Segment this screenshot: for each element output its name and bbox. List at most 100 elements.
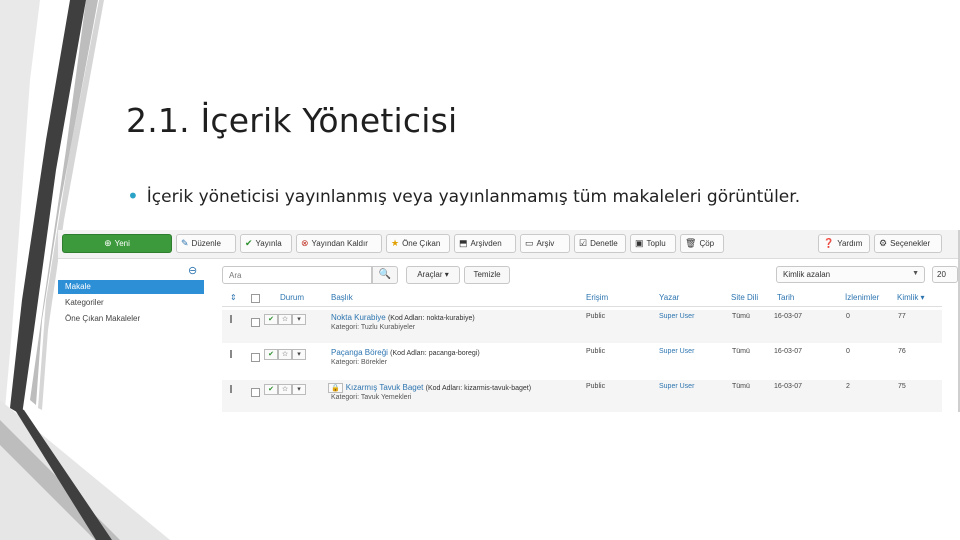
- col-access[interactable]: Erişim: [586, 293, 608, 302]
- article-title[interactable]: Nokta Kurabiye: [331, 313, 386, 322]
- status-buttons: ✔ ☆ ▾: [264, 384, 306, 395]
- status-buttons: ✔ ☆ ▾: [264, 349, 306, 360]
- published-check-icon[interactable]: ✔: [264, 314, 278, 325]
- article-title-link[interactable]: Paçanga Böreği (Kod Adları: pacanga-bore…: [331, 348, 480, 357]
- archive-button[interactable]: ▭ Arşiv: [520, 234, 570, 253]
- check-icon: ✔: [245, 238, 253, 248]
- trash-button-label: Çöp: [699, 239, 715, 248]
- article-category: Kategori: Tavuk Yemekleri: [331, 394, 412, 401]
- search-tools-button[interactable]: Araçlar ▾: [406, 266, 460, 284]
- row-checkbox[interactable]: [251, 353, 260, 362]
- header-divider: [222, 306, 942, 307]
- sort-select[interactable]: Kimlik azalan ▼: [776, 266, 925, 283]
- options-button[interactable]: ⚙ Seçenekler: [874, 234, 942, 253]
- unpublish-icon: ⊗: [301, 238, 309, 248]
- sidebar-item-articles[interactable]: Makale: [58, 280, 204, 294]
- hits-cell: 0: [846, 313, 850, 320]
- collapse-sidebar-icon[interactable]: ⊖: [188, 264, 197, 277]
- slide: 2.1. İçerik Yöneticisi • İçerik yöneticis…: [0, 0, 960, 540]
- batch-button[interactable]: ▣ Toplu: [630, 234, 676, 253]
- col-status[interactable]: Durum: [280, 293, 304, 302]
- published-check-icon[interactable]: ✔: [264, 349, 278, 360]
- trash-icon: 🗑: [685, 238, 697, 248]
- author-link[interactable]: Super User: [659, 383, 694, 390]
- trash-button[interactable]: 🗑 Çöp: [680, 234, 724, 253]
- hits-cell: 0: [846, 348, 850, 355]
- sidebar: ⊖ Makale Kategoriler Öne Çıkan Makaleler: [58, 260, 206, 412]
- actions-chevron-icon[interactable]: ▾: [292, 314, 306, 325]
- drag-handle-icon[interactable]: [230, 385, 232, 393]
- help-icon: ❓: [823, 238, 835, 248]
- bullet-item: • İçerik yöneticisi yayınlanmış veya yayı…: [127, 184, 800, 208]
- featured-button[interactable]: ★ Öne Çıkan: [386, 234, 450, 253]
- id-cell: 75: [898, 383, 906, 390]
- toolbar: ⊕ Yeni ✎ Düzenle ✔ Yayınla ⊗ Yayından Kaldır…: [58, 230, 958, 259]
- limit-select[interactable]: 20: [932, 266, 958, 283]
- row-checkbox[interactable]: [251, 318, 260, 327]
- article-title[interactable]: Kızarmış Tavuk Baget: [346, 383, 424, 392]
- article-title[interactable]: Paçanga Böreği: [331, 348, 388, 357]
- article-category: Kategori: Tuzlu Kurabiyeler: [331, 324, 416, 331]
- actions-chevron-icon[interactable]: ▾: [292, 349, 306, 360]
- publish-button[interactable]: ✔ Yayınla: [240, 234, 292, 253]
- checkin-button-label: Denetle: [590, 239, 618, 248]
- language-cell: Tümü: [732, 313, 750, 320]
- archive-button-label: Arşiv: [536, 239, 555, 248]
- sidebar-item-categories[interactable]: Kategoriler: [58, 296, 204, 310]
- checkin-icon: ☑: [579, 238, 588, 248]
- row-checkbox[interactable]: [251, 388, 260, 397]
- unpublish-button[interactable]: ⊗ Yayından Kaldır: [296, 234, 382, 253]
- col-language[interactable]: Site Dili: [731, 293, 758, 302]
- plus-icon: ⊕: [104, 238, 112, 248]
- id-cell: 77: [898, 313, 906, 320]
- col-author[interactable]: Yazar: [659, 293, 679, 302]
- checkin-button[interactable]: ☑ Denetle: [574, 234, 626, 253]
- drag-handle-icon[interactable]: [230, 315, 232, 323]
- access-cell: Public: [586, 313, 606, 320]
- archive-icon: ▭: [525, 238, 534, 248]
- author-link[interactable]: Super User: [659, 313, 694, 320]
- col-date[interactable]: Tarih: [777, 293, 794, 302]
- published-check-icon[interactable]: ✔: [264, 384, 278, 395]
- article-title-link[interactable]: Nokta Kurabiye (Kod Adları: nokta-kurabi…: [331, 313, 475, 322]
- article-alias: (Kod Adları: pacanga-boregi): [390, 350, 480, 357]
- featured-star-icon[interactable]: ☆: [278, 314, 292, 325]
- col-ordering[interactable]: ⇕: [230, 293, 237, 302]
- id-cell: 76: [898, 348, 906, 355]
- actions-chevron-icon[interactable]: ▾: [292, 384, 306, 395]
- unarchive-button-label: Arşivden: [470, 239, 502, 248]
- edit-icon: ✎: [181, 238, 189, 248]
- date-cell: 16-03-07: [774, 348, 803, 355]
- article-alias: (Kod Adları: nokta-kurabiye): [387, 315, 475, 322]
- table-row: ✔ ☆ ▾ Paçanga Böreği (Kod Adları: pacang…: [222, 345, 942, 378]
- featured-star-icon[interactable]: ☆: [278, 384, 292, 395]
- search-icon: 🔍: [378, 269, 392, 280]
- sort-select-value: Kimlik azalan: [783, 270, 831, 279]
- unpublish-button-label: Yayından Kaldır: [311, 239, 368, 248]
- help-button[interactable]: ❓ Yardım: [818, 234, 870, 253]
- search-button[interactable]: 🔍: [372, 266, 398, 284]
- edit-button[interactable]: ✎ Düzenle: [176, 234, 236, 253]
- edit-button-label: Düzenle: [191, 239, 221, 248]
- article-title-link[interactable]: 🔒 Kızarmış Tavuk Baget (Kod Adları: kizar…: [328, 383, 531, 393]
- lock-icon[interactable]: 🔒: [328, 383, 343, 393]
- author-link[interactable]: Super User: [659, 348, 694, 355]
- status-buttons: ✔ ☆ ▾: [264, 314, 306, 325]
- col-title[interactable]: Başlık: [331, 293, 353, 302]
- sidebar-item-featured[interactable]: Öne Çıkan Makaleler: [58, 312, 204, 326]
- col-hits[interactable]: İzlenimler: [845, 293, 879, 302]
- search-input[interactable]: Ara: [222, 266, 372, 284]
- date-cell: 16-03-07: [774, 313, 803, 320]
- featured-star-icon[interactable]: ☆: [278, 349, 292, 360]
- unarchive-button[interactable]: ⬒ Arşivden: [454, 234, 516, 253]
- drag-handle-icon[interactable]: [230, 350, 232, 358]
- access-cell: Public: [586, 348, 606, 355]
- select-all-checkbox[interactable]: [251, 294, 260, 303]
- clear-button[interactable]: Temizle: [464, 266, 510, 284]
- col-id[interactable]: Kimlik ▾: [897, 293, 925, 302]
- new-button[interactable]: ⊕ Yeni: [62, 234, 172, 253]
- batch-button-label: Toplu: [646, 239, 666, 248]
- gear-icon: ⚙: [879, 238, 888, 248]
- batch-icon: ▣: [635, 238, 644, 248]
- help-button-label: Yardım: [837, 239, 863, 248]
